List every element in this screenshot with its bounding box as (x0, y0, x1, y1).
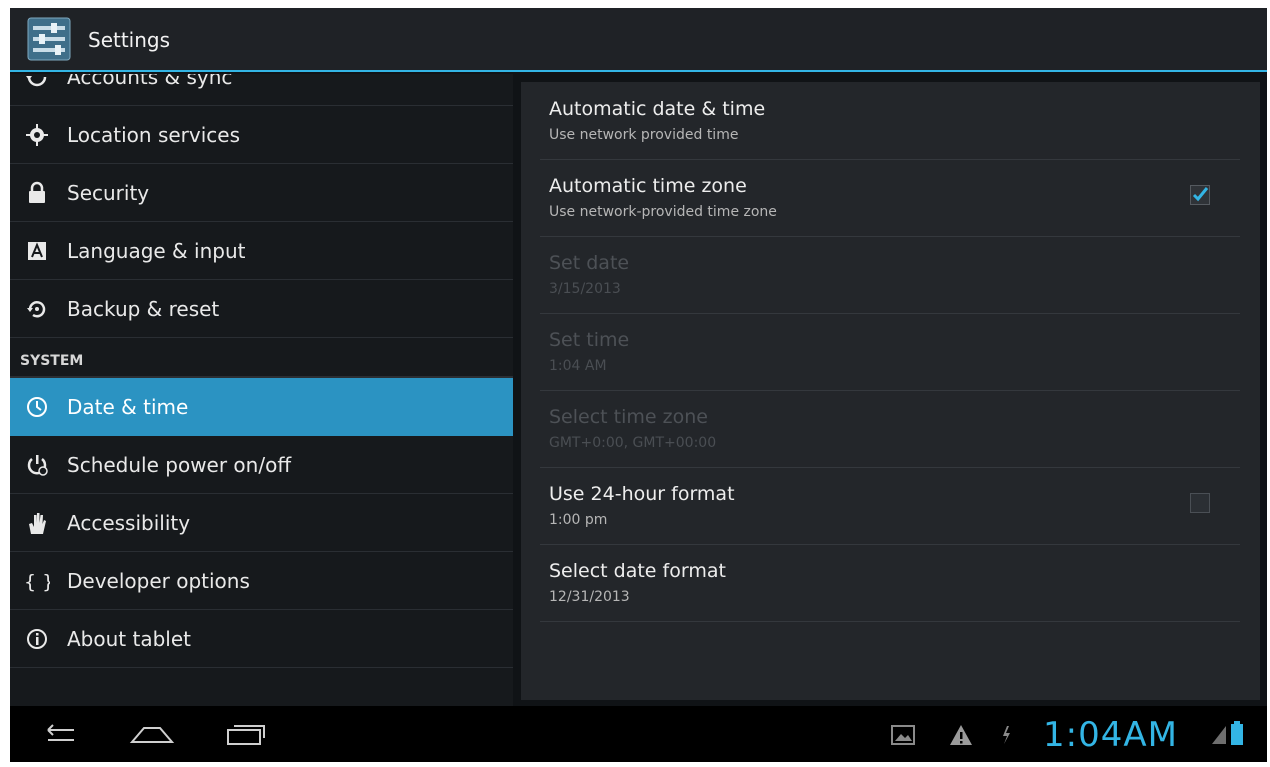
sidebar-item-language-input[interactable]: Language & input (10, 222, 513, 280)
sidebar-item-label: Developer options (67, 569, 250, 593)
sidebar-item-about-tablet[interactable]: About tablet (10, 610, 513, 668)
section-header-system: SYSTEM (10, 344, 513, 378)
pref-title: Select time zone (549, 406, 708, 428)
app-title: Settings (88, 28, 171, 52)
settings-headers-list[interactable]: Accounts & sync Location services Securi… (10, 74, 513, 706)
gallery-notification-icon[interactable] (890, 723, 916, 747)
pref-summary: 12/31/2013 (549, 589, 630, 605)
sidebar-item-label: Date & time (67, 395, 189, 419)
pref-summary: Use network-provided time zone (549, 204, 777, 220)
pref-automatic-date-time[interactable]: Automatic date & time Use network provid… (540, 82, 1240, 160)
pref-set-time: Set time 1:04 AM (540, 313, 1240, 391)
sync-icon (26, 76, 47, 87)
use-24-hour-format-checkbox[interactable] (1190, 493, 1210, 513)
sidebar-item-label: Accounts & sync (67, 74, 233, 89)
sidebar-item-security[interactable]: Security (10, 164, 513, 222)
back-icon[interactable] (36, 718, 80, 750)
pref-title: Use 24-hour format (549, 483, 735, 505)
usb-debugging-icon (1003, 726, 1010, 744)
sidebar-item-label: About tablet (67, 627, 191, 651)
action-bar-divider (10, 70, 1267, 72)
system-navigation-bar: 1:04AM (10, 706, 1267, 762)
pref-title: Automatic time zone (549, 175, 747, 197)
pref-summary: 1:04 AM (549, 358, 607, 374)
sidebar-item-label: Location services (67, 123, 241, 147)
pref-summary: 3/15/2013 (549, 281, 621, 297)
battery-icon (1231, 721, 1243, 745)
warning-notification-icon[interactable] (948, 723, 974, 747)
wifi-signal-icon (1212, 726, 1226, 744)
checkmark-icon (1192, 187, 1209, 202)
status-clock[interactable]: 1:04AM (1043, 715, 1178, 755)
settings-app-icon[interactable] (27, 17, 71, 61)
pref-summary: GMT+0:00, GMT+00:00 (549, 435, 717, 451)
sidebar-item-label: Language & input (67, 239, 246, 263)
pref-select-date-format[interactable]: Select date format 12/31/2013 (540, 544, 1240, 622)
home-icon[interactable] (128, 718, 176, 750)
pref-summary: Use network provided time (549, 127, 739, 143)
power-schedule-icon (27, 455, 48, 476)
sidebar-item-label: Security (67, 181, 150, 205)
backup-restore-icon (27, 301, 46, 318)
pref-title: Set date (549, 252, 630, 274)
sidebar-item-date-time[interactable]: Date & time (10, 378, 513, 436)
sidebar-item-backup-reset[interactable]: Backup & reset (10, 280, 513, 338)
braces-icon: { } (24, 571, 50, 593)
hand-icon (29, 513, 46, 534)
pref-title: Set time (549, 329, 630, 351)
automatic-time-zone-checkbox[interactable] (1190, 185, 1210, 205)
action-bar: Settings (10, 8, 1267, 72)
sidebar-item-accessibility[interactable]: Accessibility (10, 494, 513, 552)
sidebar-item-label: Accessibility (67, 511, 191, 535)
pref-title: Select date format (549, 560, 726, 582)
language-icon (28, 242, 46, 260)
recent-apps-icon[interactable] (222, 718, 268, 750)
lock-icon (29, 181, 45, 203)
sidebar-item-developer-options[interactable]: { } Developer options (10, 552, 513, 610)
section-header-label: SYSTEM (20, 353, 84, 369)
pref-use-24-hour-format[interactable]: Use 24-hour format 1:00 pm (540, 467, 1240, 545)
sidebar-item-label: Backup & reset (67, 297, 220, 321)
pref-title: Automatic date & time (549, 98, 766, 120)
pref-select-time-zone: Select time zone GMT+0:00, GMT+00:00 (540, 390, 1240, 468)
sidebar-item-schedule-power[interactable]: Schedule power on/off (10, 436, 513, 494)
info-icon (27, 629, 47, 649)
pref-automatic-time-zone[interactable]: Automatic time zone Use network-provided… (540, 159, 1240, 237)
pref-summary: 1:00 pm (549, 512, 608, 528)
sidebar-item-label: Schedule power on/off (67, 453, 292, 477)
location-icon (26, 124, 48, 146)
sidebar-item-location-services[interactable]: Location services (10, 106, 513, 164)
pref-set-date: Set date 3/15/2013 (540, 236, 1240, 314)
tablet-screen: Settings Accounts & sync Location servic… (10, 8, 1267, 762)
sidebar-item-accounts-sync[interactable]: Accounts & sync (10, 74, 513, 106)
clock-icon (27, 397, 47, 417)
date-time-preferences: Automatic date & time Use network provid… (521, 82, 1260, 700)
svg-text:{ }: { } (24, 571, 50, 593)
